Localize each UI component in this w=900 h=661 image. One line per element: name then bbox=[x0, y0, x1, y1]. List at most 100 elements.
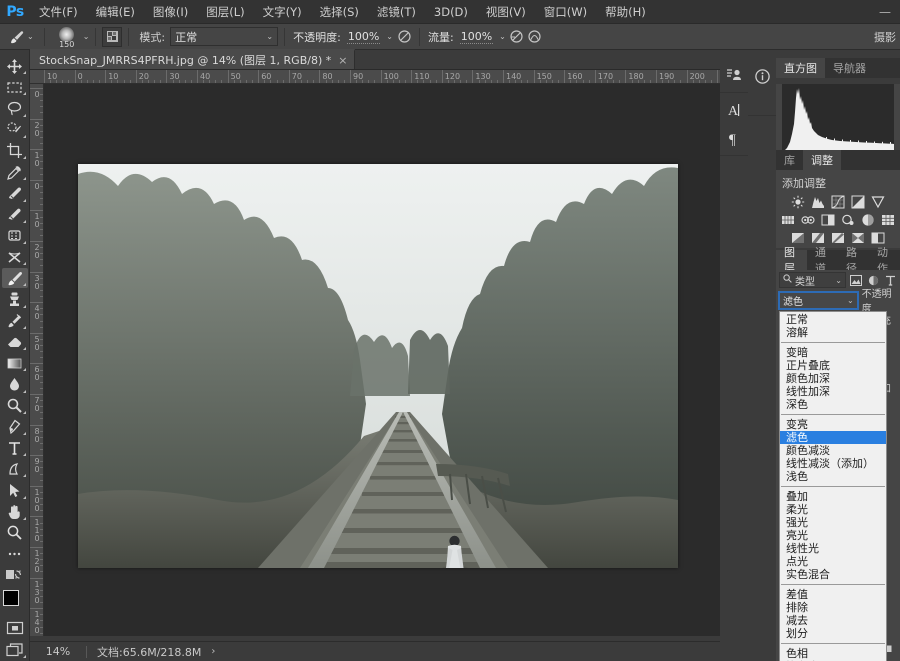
tool-preset-chevron-icon[interactable]: ⌄ bbox=[27, 32, 34, 41]
gradient-map-icon[interactable] bbox=[850, 230, 867, 245]
library-icon[interactable] bbox=[720, 61, 748, 89]
blend-mode-option[interactable]: 正常 bbox=[780, 313, 886, 326]
flow-chevron-icon[interactable]: ⌄ bbox=[499, 32, 506, 41]
hand-tool[interactable] bbox=[2, 502, 28, 522]
blend-mode-select[interactable]: 正常 ⌄ bbox=[170, 27, 279, 46]
color-swatches[interactable] bbox=[2, 590, 28, 616]
paragraph-icon[interactable]: ¶ bbox=[720, 124, 748, 152]
blend-mode-option[interactable]: 色相 bbox=[780, 647, 886, 660]
quick-selection-tool[interactable] bbox=[2, 120, 28, 140]
type-tool[interactable] bbox=[2, 438, 28, 458]
black-white-icon[interactable] bbox=[820, 212, 837, 227]
close-icon[interactable]: × bbox=[338, 54, 347, 67]
hue-saturation-icon[interactable] bbox=[780, 212, 797, 227]
blend-mode-option[interactable]: 强光 bbox=[780, 516, 886, 529]
curves-icon[interactable] bbox=[830, 194, 847, 209]
patch-tool[interactable] bbox=[2, 205, 28, 225]
red-eye-tool[interactable] bbox=[2, 247, 28, 267]
menu-file[interactable]: 文件(F) bbox=[30, 0, 87, 24]
gradient-tool[interactable] bbox=[2, 353, 28, 373]
zoom-level-field[interactable]: 14% bbox=[30, 645, 86, 658]
tab-layers[interactable]: 图层 bbox=[776, 246, 807, 275]
tool-preset-picker[interactable]: ⌄ bbox=[4, 29, 38, 45]
menu-view[interactable]: 视图(V) bbox=[477, 0, 535, 24]
content-aware-tool[interactable] bbox=[2, 226, 28, 246]
path-selection-tool[interactable] bbox=[2, 459, 28, 479]
blend-mode-option[interactable]: 颜色加深 bbox=[780, 372, 886, 385]
blend-mode-option[interactable]: 排除 bbox=[780, 601, 886, 614]
blend-mode-option[interactable]: 划分 bbox=[780, 627, 886, 640]
blend-mode-option[interactable]: 浅色 bbox=[780, 470, 886, 483]
menu-window[interactable]: 窗口(W) bbox=[535, 0, 596, 24]
blend-mode-option[interactable]: 点光 bbox=[780, 555, 886, 568]
clone-stamp-tool[interactable] bbox=[2, 289, 28, 309]
tab-navigator[interactable]: 导航器 bbox=[825, 58, 874, 78]
document-canvas[interactable] bbox=[78, 164, 678, 568]
channel-mixer-icon[interactable] bbox=[859, 212, 876, 227]
invert-icon[interactable] bbox=[790, 230, 807, 245]
menu-layer[interactable]: 图层(L) bbox=[197, 0, 253, 24]
spot-healing-tool[interactable] bbox=[2, 183, 28, 203]
blend-mode-option[interactable]: 亮光 bbox=[780, 529, 886, 542]
pen-tool[interactable] bbox=[2, 417, 28, 437]
blend-mode-option[interactable]: 线性减淡（添加） bbox=[780, 457, 886, 470]
blend-mode-option[interactable]: 实色混合 bbox=[780, 568, 886, 581]
more-tools-button[interactable] bbox=[2, 544, 28, 564]
blend-mode-option[interactable]: 变暗 bbox=[780, 346, 886, 359]
blend-mode-option[interactable]: 叠加 bbox=[780, 490, 886, 503]
tab-channels[interactable]: 通道 bbox=[807, 246, 838, 275]
tab-paths[interactable]: 路径 bbox=[838, 246, 869, 275]
brightness-icon[interactable] bbox=[790, 194, 807, 209]
opacity-chevron-icon[interactable]: ⌄ bbox=[386, 32, 393, 41]
menu-help[interactable]: 帮助(H) bbox=[596, 0, 655, 24]
airbrush-toggle-button[interactable] bbox=[508, 28, 526, 46]
blend-mode-option[interactable]: 线性光 bbox=[780, 542, 886, 555]
marquee-tool[interactable] bbox=[2, 77, 28, 97]
blend-mode-option[interactable]: 减去 bbox=[780, 614, 886, 627]
blend-mode-option[interactable]: 滤色 bbox=[780, 431, 886, 444]
dodge-tool[interactable] bbox=[2, 396, 28, 416]
character-icon[interactable]: A bbox=[720, 96, 748, 124]
blur-tool[interactable] bbox=[2, 374, 28, 394]
levels-icon[interactable] bbox=[810, 194, 827, 209]
exposure-icon[interactable] bbox=[850, 194, 867, 209]
menu-image[interactable]: 图像(I) bbox=[144, 0, 197, 24]
tab-actions[interactable]: 动作 bbox=[869, 246, 900, 275]
zoom-tool[interactable] bbox=[2, 523, 28, 543]
lasso-tool[interactable] bbox=[2, 98, 28, 118]
threshold-icon[interactable] bbox=[830, 230, 847, 245]
blend-mode-option[interactable]: 柔光 bbox=[780, 503, 886, 516]
smoothing-options-button[interactable] bbox=[526, 28, 544, 46]
blend-mode-option[interactable]: 线性加深 bbox=[780, 385, 886, 398]
flow-field[interactable]: 流量: 100% ⌄ bbox=[426, 27, 508, 46]
tab-library[interactable]: 库 bbox=[776, 150, 803, 170]
opacity-field[interactable]: 不透明度: 100% ⌄ bbox=[291, 27, 395, 46]
canvas-area[interactable] bbox=[44, 84, 720, 636]
brush-preset-chevron-icon[interactable]: ⌄ bbox=[83, 32, 90, 41]
status-menu-arrow-icon[interactable]: › bbox=[211, 646, 215, 657]
tab-histogram[interactable]: 直方图 bbox=[776, 58, 825, 78]
foreground-color-swatch[interactable] bbox=[2, 590, 19, 607]
layer-blend-mode-select[interactable]: 滤色 ⌄ bbox=[778, 290, 859, 310]
screen-mode-button[interactable] bbox=[2, 640, 28, 660]
menu-filter[interactable]: 滤镜(T) bbox=[368, 0, 425, 24]
color-balance-icon[interactable] bbox=[800, 212, 817, 227]
menu-3d[interactable]: 3D(D) bbox=[425, 0, 477, 24]
blend-mode-option[interactable]: 差值 bbox=[780, 588, 886, 601]
layer-filter-type-select[interactable]: 类型 ⌄ bbox=[779, 272, 846, 288]
menu-edit[interactable]: 编辑(E) bbox=[87, 0, 144, 24]
posterize-icon[interactable] bbox=[810, 230, 827, 245]
quick-mask-toggle[interactable] bbox=[2, 565, 28, 585]
opacity-value[interactable]: 100% bbox=[346, 30, 381, 44]
flow-value[interactable]: 100% bbox=[459, 30, 494, 44]
blend-mode-option[interactable]: 变亮 bbox=[780, 418, 886, 431]
eraser-tool[interactable] bbox=[2, 332, 28, 352]
photo-filter-icon[interactable] bbox=[840, 212, 857, 227]
blend-mode-option[interactable]: 颜色减淡 bbox=[780, 444, 886, 457]
horizontal-ruler[interactable]: 10 0 10 20 30 40 50 60 70 80 90 100 110 120 130 140 150 1… bbox=[30, 70, 720, 84]
workspace-switcher[interactable]: 摄影 bbox=[874, 29, 896, 45]
document-tab[interactable]: StockSnap_JMRRS4PFRH.jpg @ 14% (图层 1, RG… bbox=[30, 49, 356, 69]
color-lookup-icon[interactable] bbox=[879, 212, 896, 227]
menu-select[interactable]: 选择(S) bbox=[311, 0, 368, 24]
opacity-pressure-toggle[interactable] bbox=[395, 28, 413, 46]
